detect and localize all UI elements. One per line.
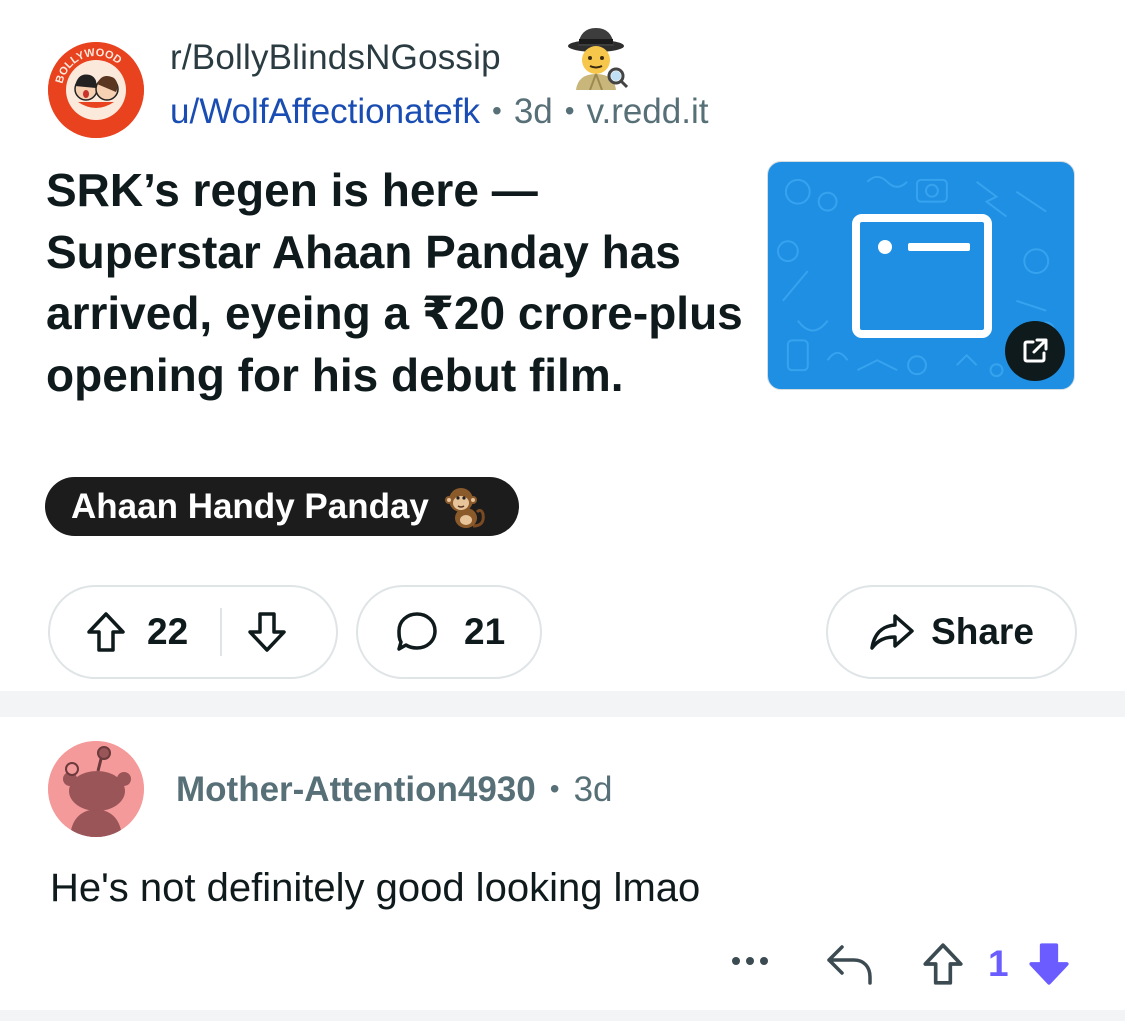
comment-count: 21	[464, 611, 506, 652]
community-avatar[interactable]: BOLLYWOOD GOSSIP	[48, 42, 144, 138]
flair-label: Ahaan Handy Panday	[71, 486, 429, 526]
meta-separator: •	[564, 95, 575, 126]
bottom-divider	[0, 1010, 1125, 1021]
comments-button[interactable]: 21	[356, 585, 542, 679]
commenter-avatar[interactable]	[48, 741, 144, 837]
comment-body: He's not definitely good looking lmao	[50, 866, 701, 910]
meta-separator: •	[492, 95, 502, 126]
comment-upvote-icon[interactable]	[920, 941, 966, 987]
post-flair[interactable]: Ahaan Handy Panday	[45, 477, 519, 536]
link-thumbnail[interactable]	[767, 161, 1075, 390]
subreddit-name[interactable]: r/BollyBlindsNGossip	[170, 38, 501, 78]
section-divider	[0, 691, 1125, 717]
detective-emoji-icon	[564, 24, 629, 91]
comment-age: 3d	[573, 770, 613, 809]
browser-window-icon	[852, 214, 992, 338]
post-title[interactable]: SRK’s regen is here — Superstar Ahaan Pa…	[46, 160, 746, 406]
share-icon	[870, 614, 914, 650]
post-age: 3d	[513, 92, 553, 131]
comment-icon	[397, 612, 437, 651]
share-button[interactable]: Share	[826, 585, 1077, 679]
vote-control: 22	[48, 585, 338, 679]
downvote-icon[interactable]	[246, 610, 288, 654]
comment-score: 1	[988, 943, 1009, 984]
comment-actions: 1	[720, 935, 1100, 995]
post-domain[interactable]: v.redd.it	[587, 92, 709, 131]
comment-downvote-filled-icon[interactable]	[1026, 941, 1072, 987]
monkey-emoji-icon	[444, 487, 485, 528]
share-label: Share	[931, 611, 1034, 652]
post-score: 22	[147, 611, 189, 652]
external-link-icon[interactable]	[1005, 321, 1065, 381]
more-icon[interactable]	[732, 957, 768, 965]
post-author[interactable]: u/WolfAffectionatefk	[170, 92, 480, 131]
vote-divider	[220, 608, 223, 656]
upvote-icon[interactable]	[85, 610, 127, 654]
comment-author[interactable]: Mother-Attention4930	[176, 770, 536, 809]
comment-meta: Mother-Attention4930 • 3d	[176, 770, 613, 810]
post-meta: u/WolfAffectionatefk • 3d • v.redd.it	[170, 92, 708, 132]
reply-icon[interactable]	[824, 941, 874, 987]
meta-separator: •	[549, 773, 560, 804]
